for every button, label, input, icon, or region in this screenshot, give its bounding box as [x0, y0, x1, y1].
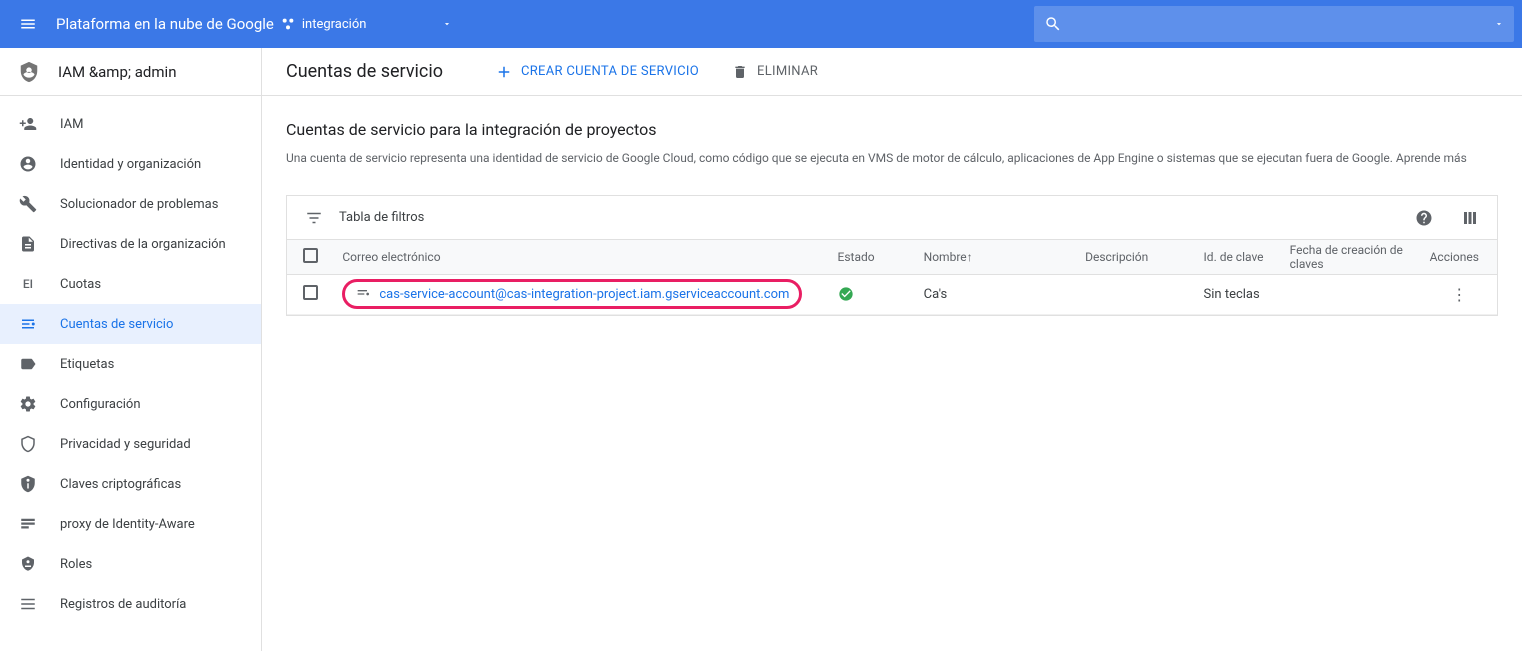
proxy-icon	[18, 515, 38, 533]
service-account-icon	[355, 286, 371, 302]
service-account-email[interactable]: cas-service-account@cas-integration-proj…	[379, 287, 789, 302]
platform-title: Plataforma en la nube de Google	[48, 15, 280, 33]
col-keyid[interactable]: Id. de clave	[1196, 240, 1282, 274]
select-all-checkbox[interactable]	[303, 248, 318, 263]
filter-icon[interactable]	[305, 209, 323, 227]
person-add-icon	[18, 115, 38, 133]
row-name: Ca's	[916, 274, 1077, 314]
shield-icon	[18, 61, 40, 83]
col-keycreated[interactable]: Fecha de creación de claves	[1282, 240, 1422, 274]
create-service-account-button[interactable]: CREAR CUENTA DE SERVICIO	[495, 63, 699, 81]
sidebar-item-iam[interactable]: IAM	[0, 104, 261, 144]
label-icon	[18, 355, 38, 373]
col-name[interactable]: Nombre↑	[916, 240, 1077, 274]
settings-icon	[18, 395, 38, 413]
nav-label: Configuración	[60, 397, 141, 412]
sidebar-item-roles[interactable]: Roles	[0, 544, 261, 584]
account-circle-icon	[18, 155, 38, 173]
create-label: CREAR CUENTA DE SERVICIO	[521, 64, 699, 79]
project-selector[interactable]: integración	[280, 16, 453, 32]
row-description	[1077, 274, 1195, 314]
sidebar-item-crypto-keys[interactable]: Claves criptográficas	[0, 464, 261, 504]
sidebar-item-troubleshooter[interactable]: Solucionador de problemas	[0, 184, 261, 224]
delete-button[interactable]: ELIMINAR	[731, 63, 818, 81]
nav-label: Directivas de la organización	[60, 237, 226, 252]
chevron-down-icon[interactable]	[1494, 19, 1504, 29]
row-keycreated	[1282, 274, 1422, 314]
audit-icon	[18, 595, 38, 613]
sidebar-item-identity[interactable]: Identidad y organización	[0, 144, 261, 184]
table-filter-bar: Tabla de filtros	[287, 196, 1497, 240]
row-more-actions-icon[interactable]: ⋮	[1451, 285, 1467, 304]
nav-label: Registros de auditoría	[60, 597, 186, 612]
columns-icon[interactable]	[1461, 209, 1479, 227]
nav-label: Privacidad y seguridad	[60, 437, 191, 452]
col-email[interactable]: Correo electrónico	[334, 240, 829, 274]
page-subtitle: Cuentas de servicio para la integración …	[286, 120, 1498, 139]
row-checkbox[interactable]	[303, 285, 318, 300]
service-accounts-table: Tabla de filtros Correo electrónico Esta…	[286, 195, 1498, 316]
filter-label[interactable]: Tabla de filtros	[339, 210, 1387, 225]
status-enabled-icon	[838, 286, 908, 302]
search-input[interactable]	[1072, 16, 1484, 32]
table-row: cas-service-account@cas-integration-proj…	[287, 274, 1497, 314]
col-description[interactable]: Descripción	[1077, 240, 1195, 274]
shield-outline-icon	[18, 435, 38, 453]
sidebar-item-quotas[interactable]: EI Cuotas	[0, 264, 261, 304]
sidebar-title: IAM &amp; admin	[58, 63, 176, 81]
content-header: Cuentas de servicio CREAR CUENTA DE SERV…	[262, 48, 1522, 96]
project-icon	[280, 16, 296, 32]
content: Cuentas de servicio CREAR CUENTA DE SERV…	[262, 48, 1522, 651]
sidebar-nav: IAM Identidad y organización Solucionado…	[0, 96, 261, 624]
sidebar-item-labels[interactable]: Etiquetas	[0, 344, 261, 384]
nav-label: Claves criptográficas	[60, 477, 181, 492]
description-icon	[18, 235, 38, 253]
quotas-icon: EI	[18, 277, 38, 291]
topbar: Plataforma en la nube de Google integrac…	[0, 0, 1522, 48]
nav-label: Solucionador de problemas	[60, 197, 218, 212]
help-icon[interactable]	[1415, 209, 1433, 227]
learn-more-link[interactable]: Aprende más	[1396, 151, 1467, 165]
nav-label: Etiquetas	[60, 357, 114, 372]
sidebar-item-privacy[interactable]: Privacidad y seguridad	[0, 424, 261, 464]
roles-icon	[18, 555, 38, 573]
page-description: Una cuenta de servicio representa una id…	[286, 149, 1498, 167]
menu-icon[interactable]	[8, 4, 48, 44]
sidebar-item-audit[interactable]: Registros de auditoría	[0, 584, 261, 624]
nav-label: proxy de Identity-Aware	[60, 517, 195, 532]
sidebar-item-service-accounts[interactable]: Cuentas de servicio	[0, 304, 261, 344]
service-account-icon	[18, 315, 38, 333]
page-title: Cuentas de servicio	[286, 61, 443, 82]
plus-icon	[495, 63, 513, 81]
nav-label: Cuentas de servicio	[60, 317, 173, 332]
sidebar: IAM &amp; admin IAM Identidad y organiza…	[0, 48, 262, 651]
sidebar-item-settings[interactable]: Configuración	[0, 384, 261, 424]
sidebar-item-org-policies[interactable]: Directivas de la organización	[0, 224, 261, 264]
col-status[interactable]: Estado	[830, 240, 916, 274]
nav-label: Roles	[60, 557, 92, 572]
trash-icon	[731, 63, 749, 81]
chevron-down-icon	[442, 19, 452, 29]
nav-label: IAM	[60, 117, 83, 132]
col-actions: Acciones	[1422, 240, 1497, 274]
table-header-row: Correo electrónico Estado Nombre↑ Descri…	[287, 240, 1497, 274]
delete-label: ELIMINAR	[757, 64, 818, 79]
sidebar-item-iap[interactable]: proxy de Identity-Aware	[0, 504, 261, 544]
key-shield-icon	[18, 475, 38, 493]
email-highlight: cas-service-account@cas-integration-proj…	[342, 279, 802, 309]
sort-arrow-up-icon: ↑	[967, 250, 973, 264]
search-box[interactable]	[1034, 6, 1514, 42]
search-icon	[1044, 15, 1062, 33]
project-name: integración	[302, 17, 367, 32]
wrench-icon	[18, 195, 38, 213]
nav-label: Identidad y organización	[60, 157, 201, 172]
sidebar-header: IAM &amp; admin	[0, 48, 261, 96]
row-keyid: Sin teclas	[1196, 274, 1282, 314]
nav-label: Cuotas	[60, 277, 101, 292]
